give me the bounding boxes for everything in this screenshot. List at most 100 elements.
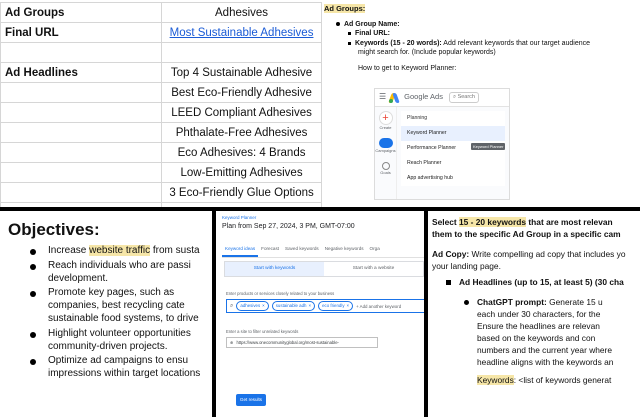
globe-icon: ⊕ [230,340,234,345]
google-ads-sidebar: + Create Campaigns Goals [375,107,397,199]
final-url-link[interactable]: Most Sustainable Adhesives [161,22,322,43]
ad-headlines-label: Ad Headlines (up to 15, at least 5) (30 … [459,277,624,287]
spreadsheet-panel: Ad Groups Adhesives Final URL Most Sustain… [0,0,322,207]
keyword-chip[interactable]: adhesives × [236,301,269,311]
table-row: Low-Emitting Adhesives [0,162,322,183]
row-label-cell[interactable]: Final URL [0,22,163,43]
table-row: LEED Compliant Adhesives [0,102,322,123]
planner-tabs: Keyword ideas Forecast Saved keywords Ne… [222,244,424,258]
google-ads-screenshot: ☰ Google Ads ⌕ Search + Create Campaigns… [374,88,510,200]
url-filter-input[interactable]: ⊕ https://www.onecommunityglobal.org/mos… [226,337,378,348]
row-label-cell[interactable] [0,102,163,123]
row-value-cell[interactable]: Best Non-Toxic Adhesives [161,202,322,207]
table-row: Ad Headlines Top 4 Sustainable Adhesive [0,62,322,83]
row-value-cell[interactable]: Low-Emitting Adhesives [161,162,322,183]
objective-item: Optimize ad campaigns to ensu impression… [30,355,212,381]
create-label: Create [379,125,392,130]
get-results-button[interactable]: Get results [236,394,266,406]
url-filter-label: Enter a site to filter unrelated keyword… [226,329,299,334]
row-value-cell[interactable]: Best Eco-Friendly Adhesive [161,82,322,103]
start-with-website-button[interactable]: Start with a website [324,262,423,276]
breadcrumb[interactable]: Keyword Planner [222,215,256,220]
google-ads-search[interactable]: ⌕ Search [448,91,479,104]
menu-icon[interactable]: ☰ [379,92,386,103]
table-row [0,42,322,63]
keyword-chip[interactable]: sustainable adh × [271,301,316,311]
row-label-cell[interactable] [0,122,163,143]
row-label-cell[interactable]: Ad Groups [0,2,163,23]
row-value-cell[interactable]: Eco Adhesives: 4 Brands [161,142,322,163]
square-bullet-icon [446,280,451,286]
menu-item-reach-planner[interactable]: Reach Planner [401,156,505,171]
row-label-cell[interactable] [0,82,163,103]
ad-copy-label: Ad Copy: [432,249,470,259]
tab-keyword-ideas[interactable]: Keyword ideas [222,244,259,257]
keyword-planner-tooltip: Keyword Planner [471,143,506,151]
start-with-keywords-button[interactable]: Start with keywords [225,262,324,276]
keyword-planner-howto: How to get to Keyword Planner: [358,64,457,72]
website-traffic-highlight: website traffic [89,245,151,256]
row-label-cell[interactable] [0,42,163,63]
square-bullet-icon [348,32,351,36]
row-value-cell[interactable]: 3 Eco-Friendly Glue Options [161,182,322,203]
google-ads-topbar: ☰ Google Ads ⌕ Search [375,89,509,107]
row-label-cell[interactable] [0,162,163,183]
prompt-line: headline aligns with the keywords an [477,357,614,367]
prompt-line: numbers and the current year where [477,345,613,355]
keywords-highlight: Keywords [477,375,514,385]
row-label-cell[interactable]: Ad Headlines [0,62,163,83]
ad-group-name-label: Ad Group Name: [344,21,400,28]
objectives-title: Objectives: [8,220,100,239]
final-url-label: Final URL: [355,30,390,38]
menu-item-keyword-planner[interactable]: Keyword Planner [401,126,505,142]
planning-header[interactable]: Planning [401,111,505,126]
objectives-panel: Objectives: Increase website traffic fro… [0,211,212,417]
search-icon: ⌕ [230,302,234,309]
table-row: Best Non-Toxic Adhesives [0,202,322,207]
table-row: Phthalate-Free Adhesives [0,122,322,143]
row-label-cell[interactable] [0,142,163,163]
campaigns-label: Campaigns [375,148,396,154]
row-value-cell[interactable]: Phthalate-Free Adhesives [161,122,322,143]
row-label-cell[interactable] [0,182,163,203]
ad-copy-panel: Select 15 - 20 keywords that are most re… [428,211,640,417]
row-value-cell[interactable]: LEED Compliant Adhesives [161,102,322,123]
keyword-chip[interactable]: eco friendly × [318,301,354,311]
tab-orga[interactable]: Orga [367,244,383,257]
remove-chip-icon: × [308,303,312,308]
menu-item-app-advertising-hub[interactable]: App advertising hub [401,171,505,186]
remove-chip-icon: × [346,303,350,308]
table-row: Eco Adhesives: 4 Brands [0,142,322,163]
table-row: 3 Eco-Friendly Glue Options [0,182,322,203]
keywords-description: Add relevant keywords that our target au… [441,39,591,47]
ad-groups-title: Ad Groups: [324,4,366,13]
tab-negative-keywords[interactable]: Negative keywords [322,244,367,257]
campaigns-icon[interactable] [378,138,393,149]
goals-icon[interactable] [381,161,390,170]
tab-saved-keywords[interactable]: Saved keywords [282,244,322,257]
keywords-input-label: Enter products or services closely relat… [226,291,335,296]
ad-copy-line2: your landing page. [432,261,501,271]
bullet-icon [464,300,469,306]
row-value-cell[interactable]: Adhesives [161,2,322,23]
table-row: Final URL Most Sustainable Adhesives [0,22,322,43]
google-ads-brand: Google Ads [404,92,443,102]
row-label-cell[interactable] [0,202,163,207]
plan-title: Plan from Sep 27, 2024, 3 PM, GMT-07:00 [222,223,355,230]
goals-label: Goals [380,169,391,175]
keyword-planner-panel: Keyword Planner Plan from Sep 27, 2024, … [216,211,424,417]
add-keyword-placeholder[interactable]: + Add another keyword [356,304,401,309]
row-value-cell[interactable] [161,42,322,63]
keywords-count-highlight: 15 - 20 keywords [459,217,527,227]
objective-item: Highlight volunteer opportunities commun… [30,328,212,354]
keywords-label: Keywords (15 - 20 words): [355,39,442,47]
bullet-icon [336,22,340,27]
table-row: Best Eco-Friendly Adhesive [0,82,322,103]
row-value-cell[interactable]: Top 4 Sustainable Adhesive [161,62,322,83]
select-keywords-line2: them to the specific Ad Group in a speci… [432,229,621,239]
tab-forecast[interactable]: Forecast [258,244,282,257]
url-filter-value: https://www.onecommunityglobal.org/most-… [236,340,339,345]
create-plus-icon[interactable]: + [378,111,393,125]
keywords-input[interactable]: ⌕ adhesives × sustainable adh × eco friend… [226,299,424,313]
prompt-line: each under 30 characters, for the [477,309,601,319]
